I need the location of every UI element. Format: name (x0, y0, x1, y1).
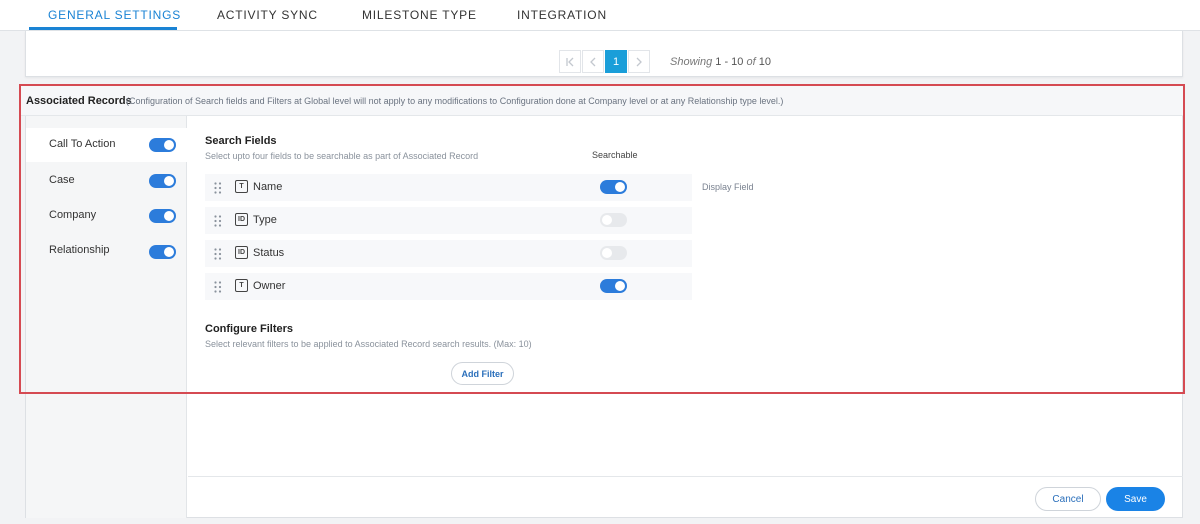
record-type-label: Call To Action (49, 138, 116, 150)
record-type-label: Company (49, 209, 97, 221)
searchable-column-header: Searchable (592, 150, 638, 160)
pagination-summary: Showing 1 - 10 of 10 (670, 56, 771, 68)
field-name: Status (253, 247, 285, 259)
id-field-icon: ID (235, 246, 248, 259)
showing-range: 1 - 10 (715, 56, 744, 68)
cancel-button[interactable]: Cancel (1035, 487, 1101, 511)
first-page-icon (566, 57, 574, 66)
save-button[interactable]: Save (1106, 487, 1165, 511)
tab-integration[interactable]: INTEGRATION (517, 8, 607, 22)
drag-handle-icon[interactable] (214, 248, 222, 260)
tab-activity-sync[interactable]: ACTIVITY SYNC (217, 8, 318, 22)
showing-prefix: Showing (670, 56, 713, 68)
case-toggle[interactable] (149, 174, 176, 188)
configure-filters-title: Configure Filters (205, 323, 294, 335)
next-page-button[interactable] (628, 50, 650, 73)
company-toggle[interactable] (149, 209, 176, 223)
search-fields-title: Search Fields (205, 135, 277, 147)
page-number-current[interactable]: 1 (605, 50, 627, 73)
add-filter-button[interactable]: Add Filter (451, 362, 514, 385)
status-searchable-toggle[interactable] (600, 246, 627, 260)
chevron-right-icon (636, 57, 642, 66)
display-field-label: Display Field (702, 182, 754, 192)
field-name: Type (253, 214, 277, 226)
active-tab-indicator (29, 27, 177, 30)
associated-records-title: Associated Records (26, 95, 132, 107)
pagination: 1 (559, 50, 651, 73)
call-to-action-toggle[interactable] (149, 138, 176, 152)
drag-handle-icon[interactable] (214, 215, 222, 227)
field-name: Name (253, 181, 283, 193)
owner-searchable-toggle[interactable] (600, 279, 627, 293)
type-searchable-toggle[interactable] (600, 213, 627, 227)
chevron-left-icon (590, 57, 596, 66)
configure-filters-subtitle: Select relevant filters to be applied to… (205, 339, 532, 349)
text-field-icon: T (235, 279, 248, 292)
field-name: Owner (253, 280, 286, 292)
tab-general-settings[interactable]: GENERAL SETTINGS (48, 8, 181, 22)
first-page-button[interactable] (559, 50, 581, 73)
record-type-label: Case (49, 174, 75, 186)
id-field-icon: ID (235, 213, 248, 226)
drag-handle-icon[interactable] (214, 281, 222, 293)
tab-milestone-type[interactable]: MILESTONE TYPE (362, 8, 477, 22)
record-type-label: Relationship (49, 244, 110, 256)
associated-records-note: (Configuration of Search fields and Filt… (126, 96, 784, 106)
search-fields-subtitle: Select upto four fields to be searchable… (205, 151, 479, 161)
footer-divider (188, 476, 1183, 477)
showing-total: 10 (758, 56, 771, 68)
drag-handle-icon[interactable] (214, 182, 222, 194)
showing-of: of (746, 56, 756, 68)
relationship-toggle[interactable] (149, 245, 176, 259)
prev-page-button[interactable] (582, 50, 604, 73)
text-field-icon: T (235, 180, 248, 193)
name-searchable-toggle[interactable] (600, 180, 627, 194)
